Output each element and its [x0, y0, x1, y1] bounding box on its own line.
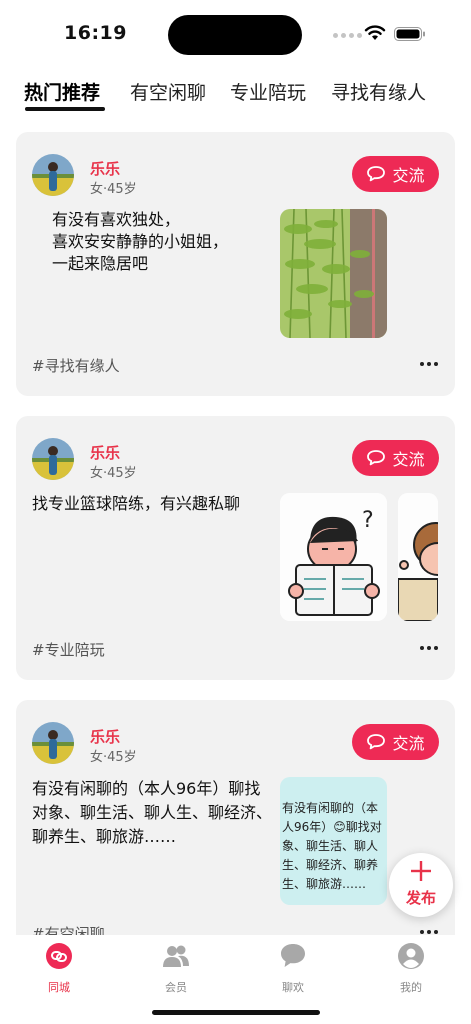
post-feed[interactable]: 乐乐 女·45岁 交流 有没有喜欢独处， 喜欢安安静静的小姐姐， 一起来隐居吧 [0, 132, 471, 935]
svg-text:?: ? [362, 508, 374, 533]
tab-pro-companion[interactable]: 专业陪玩 [230, 78, 306, 105]
user-name[interactable]: 乐乐 [90, 158, 120, 179]
nav-item-chat[interactable]: 聊欢 [263, 942, 323, 994]
chat-bubble-icon [367, 450, 386, 466]
post-card[interactable]: 乐乐 女·45岁 交流 有没有喜欢独处， 喜欢安安静静的小姐姐， 一起来隐居吧 [16, 132, 455, 396]
chat-button-label: 交流 [392, 166, 425, 185]
profile-icon [398, 943, 424, 969]
post-image-bamboo[interactable] [280, 209, 387, 338]
chat-bubble-icon [281, 944, 305, 967]
status-time: 16:19 [64, 22, 127, 44]
chat-bubble-icon [367, 166, 386, 182]
chat-button[interactable]: 交流 [352, 724, 439, 760]
dynamic-island [168, 15, 302, 55]
city-icon [46, 943, 72, 969]
user-gender-age: 女·45岁 [90, 182, 137, 197]
post-tag[interactable]: #寻找有缘人 [32, 355, 120, 376]
chat-button[interactable]: 交流 [352, 156, 439, 192]
active-tab-indicator [25, 107, 105, 111]
user-gender-age: 女·45岁 [90, 750, 137, 765]
avatar[interactable] [32, 154, 74, 196]
post-tag[interactable]: #专业陪玩 [32, 639, 105, 660]
chat-bubble-icon [367, 734, 386, 750]
battery-icon [394, 27, 425, 41]
post-text: 有没有喜欢独处， 喜欢安安静静的小姐姐， 一起来隐居吧 [52, 210, 229, 273]
publish-button[interactable]: 发布 [389, 853, 453, 917]
user-name[interactable]: 乐乐 [90, 442, 120, 463]
home-indicator [152, 1010, 320, 1015]
plus-icon [411, 861, 431, 881]
more-options-button[interactable] [418, 356, 440, 372]
user-name[interactable]: 乐乐 [90, 726, 120, 747]
more-options-button[interactable] [418, 924, 440, 935]
post-text: 有没有闲聊的（本人96年）聊找对象、聊生活、聊人生、聊经济、聊养生、聊旅游…… [32, 779, 273, 846]
nav-label: 我的 [400, 981, 422, 994]
tab-hot-recommend[interactable]: 热门推荐 [24, 78, 100, 105]
nav-item-profile[interactable]: 我的 [381, 942, 441, 994]
nav-label: 聊欢 [282, 981, 304, 994]
user-gender-age: 女·45岁 [90, 466, 137, 481]
chat-button[interactable]: 交流 [352, 440, 439, 476]
post-card[interactable]: 乐乐 女·45岁 交流 找专业篮球陪练，有兴趣私聊 ? #专业陪玩 [16, 416, 455, 680]
wifi-icon [364, 25, 386, 40]
post-image-cartoon-2[interactable] [398, 493, 438, 621]
image-text: 有没有闲聊的（本人96年）😊聊找对象、聊生活、聊人生、聊经济、聊养生、聊旅游…… [282, 801, 382, 891]
post-text: 找专业篮球陪练，有兴趣私聊 [32, 494, 241, 513]
post-image-text-card[interactable]: 有没有闲聊的（本人96年）😊聊找对象、聊生活、聊人生、聊经济、聊养生、聊旅游…… [280, 777, 387, 905]
post-tag[interactable]: #有空闲聊 [32, 923, 105, 935]
nav-label: 会员 [165, 981, 187, 994]
cellular-signal-icon [333, 33, 362, 38]
post-image-reading-cartoon[interactable]: ? [280, 493, 387, 621]
status-bar: 16:19 [0, 0, 471, 68]
avatar[interactable] [32, 438, 74, 480]
members-icon [163, 945, 189, 967]
tab-find-destiny[interactable]: 寻找有缘人 [331, 78, 426, 105]
avatar[interactable] [32, 722, 74, 764]
publish-label: 发布 [405, 889, 436, 907]
chat-button-label: 交流 [392, 734, 425, 753]
nav-item-members[interactable]: 会员 [146, 942, 206, 994]
more-options-button[interactable] [418, 640, 440, 656]
category-tabs: 热门推荐 有空闲聊 专业陪玩 寻找有缘人 [24, 78, 444, 118]
chat-button-label: 交流 [392, 450, 425, 469]
tab-free-chat[interactable]: 有空闲聊 [130, 78, 206, 105]
nav-item-city[interactable]: 同城 [29, 942, 89, 994]
nav-label: 同城 [48, 981, 70, 994]
